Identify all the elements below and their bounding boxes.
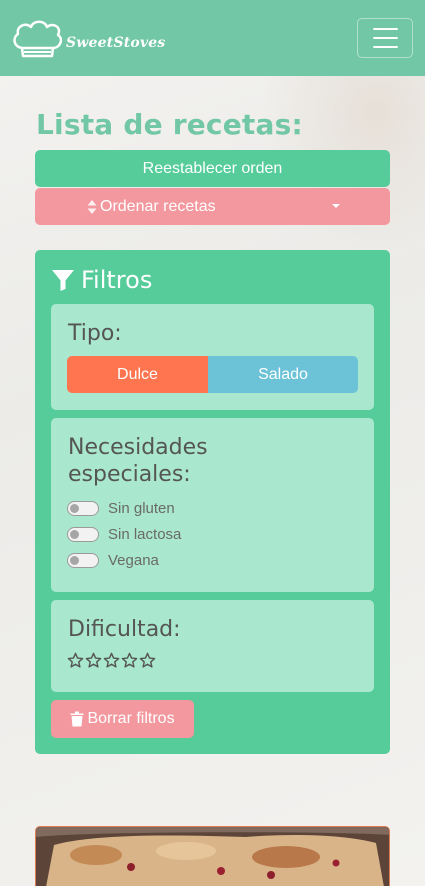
hamburger-icon-line: [372, 28, 398, 30]
clear-filters-label: Borrar filtros: [87, 710, 175, 727]
chevron-down-icon: [332, 204, 340, 208]
chef-hat-icon: [13, 20, 63, 58]
switch-label: Vegana: [108, 552, 159, 569]
sort-icon: [87, 200, 97, 214]
reset-order-button[interactable]: Reestablecer orden: [35, 150, 390, 187]
page-title: Lista de recetas:: [36, 108, 303, 141]
type-toggle-group: Dulce Salado: [67, 356, 358, 393]
star-icon[interactable]: [67, 652, 84, 669]
star-icon[interactable]: [121, 652, 138, 669]
difficulty-filter-title: Dificultad:: [68, 617, 181, 642]
navbar: SweetStoves: [0, 0, 425, 76]
filters-title: Filtros: [81, 266, 153, 294]
switch-row-sin-lactosa[interactable]: Sin lactosa: [67, 526, 181, 543]
difficulty-rating: [67, 652, 156, 669]
switch-row-vegana[interactable]: Vegana: [67, 552, 159, 569]
switch-row-sin-gluten[interactable]: Sin gluten: [67, 500, 175, 517]
star-icon[interactable]: [139, 652, 156, 669]
type-filter-title: Tipo:: [68, 321, 122, 346]
special-needs-title-line1: Necesidades: [68, 435, 208, 460]
brand-name: SweetStoves: [66, 35, 166, 51]
recipe-photo: [36, 827, 389, 886]
filters-heading: Filtros: [51, 266, 152, 294]
hamburger-icon-line: [372, 37, 398, 39]
filters-panel: Filtros Tipo: Dulce Salado Necesidades e…: [35, 250, 390, 754]
toggle-switch[interactable]: [67, 553, 99, 568]
special-needs-filter-title: Necesidades especiales:: [68, 434, 208, 488]
menu-toggle-button[interactable]: [357, 18, 413, 58]
special-needs-filter-card: Necesidades especiales: Sin gluten Sin l…: [51, 418, 374, 592]
sort-label-group: Ordenar recetas: [87, 198, 216, 216]
hamburger-icon-line: [372, 46, 398, 48]
sort-label: Ordenar recetas: [100, 198, 216, 215]
clear-filters-button[interactable]: Borrar filtros: [51, 700, 194, 738]
special-needs-title-line2: especiales:: [68, 462, 191, 487]
type-filter-card: Tipo: Dulce Salado: [51, 304, 374, 410]
star-icon[interactable]: [103, 652, 120, 669]
switch-label: Sin gluten: [108, 500, 175, 517]
type-option-dulce[interactable]: Dulce: [67, 356, 208, 393]
sort-recipes-dropdown[interactable]: Ordenar recetas: [35, 188, 390, 225]
toggle-switch[interactable]: [67, 527, 99, 542]
filter-icon: [52, 270, 74, 291]
recipe-card-image[interactable]: [35, 826, 390, 886]
brand-logo[interactable]: SweetStoves: [12, 18, 165, 58]
toggle-switch[interactable]: [67, 501, 99, 516]
star-icon[interactable]: [85, 652, 102, 669]
trash-icon: [70, 711, 84, 727]
switch-label: Sin lactosa: [108, 526, 182, 543]
type-option-salado[interactable]: Salado: [208, 356, 358, 393]
difficulty-filter-card: Dificultad:: [51, 600, 374, 692]
